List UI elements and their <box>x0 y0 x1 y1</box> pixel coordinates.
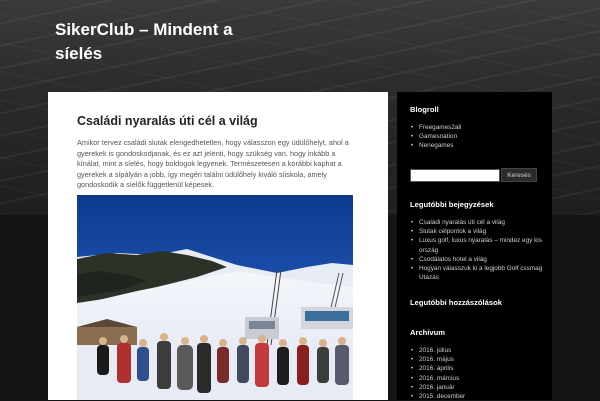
recent-post-item[interactable]: Hogyan válasszuk ki a legjobb Golf cssma… <box>411 264 548 282</box>
archive-item[interactable]: 2016. május <box>411 355 548 364</box>
archive-item[interactable]: 2016. március <box>411 374 548 383</box>
recent-post-item[interactable]: Luxus golf, luxus nyaralás – mindez egy … <box>411 236 548 254</box>
recent-comments-title: Legutóbbi hozzászólások <box>410 298 502 307</box>
recent-post-item[interactable]: Slutak célpontok a világ <box>411 227 548 236</box>
recent-post-item[interactable]: Csodálatos hotel a világ <box>411 255 548 264</box>
search-input[interactable] <box>410 169 500 182</box>
site-title[interactable]: SikerClub – Mindent a síelés <box>55 18 275 66</box>
search-button[interactable]: Keresés <box>501 168 537 182</box>
post-title[interactable]: Családi nyaralás úti cél a világ <box>77 114 258 128</box>
archive-item[interactable]: 2016. április <box>411 364 548 373</box>
archive-list: 2016. július 2016. május 2016. április 2… <box>410 346 548 401</box>
recent-post-item[interactable]: Családi nyaralás úti cél a világ <box>411 218 548 227</box>
post-image-ski-slope <box>77 195 353 400</box>
archive-item[interactable]: 2016. július <box>411 346 548 355</box>
blogroll-title: Blogroll <box>410 105 439 114</box>
recent-posts-list: Családi nyaralás úti cél a világ Slutak … <box>410 218 548 282</box>
blogroll-item[interactable]: Gamesnation <box>411 132 548 141</box>
archive-item[interactable]: 2016. január <box>411 383 548 392</box>
sidebar: Blogroll Freegames2all Gamesnation Neneg… <box>397 92 552 401</box>
archive-title: Archívum <box>410 328 446 337</box>
recent-posts-title: Legutóbbi bejegyzések <box>410 200 494 209</box>
blogroll-item[interactable]: Freegames2all <box>411 123 548 132</box>
blogroll-list: Freegames2all Gamesnation Nenegames <box>410 123 548 151</box>
post-body: Amikor tervez családi slutak elengedhete… <box>77 138 349 190</box>
blogroll-item[interactable]: Nenegames <box>411 141 548 150</box>
main-content: Családi nyaralás úti cél a világ Amikor … <box>48 92 388 400</box>
